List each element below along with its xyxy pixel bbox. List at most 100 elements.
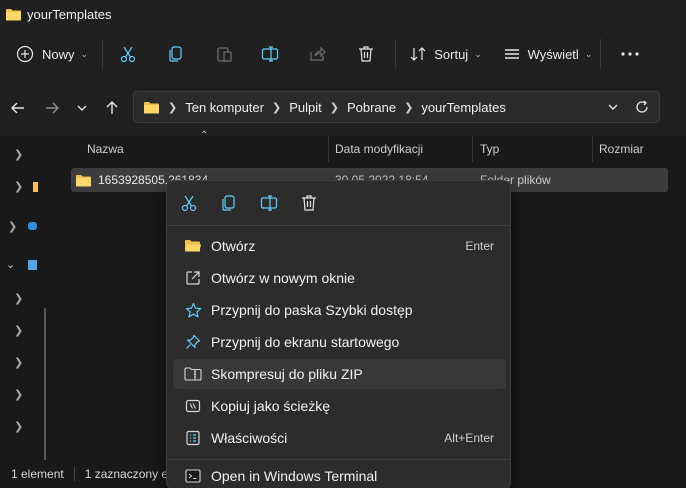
back-button[interactable] (4, 94, 32, 122)
expand-chevron-icon[interactable]: ❯ (8, 220, 17, 233)
refresh-button[interactable] (635, 100, 649, 117)
forward-button[interactable] (38, 94, 66, 122)
window-title: yourTemplates (27, 6, 112, 22)
expand-chevron-icon[interactable]: ❯ (14, 420, 23, 433)
command-bar: Nowy ⌄ Sortuj ⌄ Wyświetl ⌄ (0, 28, 686, 80)
context-delete-button[interactable] (289, 183, 329, 223)
column-header-type[interactable]: Typ (480, 136, 499, 162)
share-button[interactable] (303, 36, 333, 72)
menu-item-pin-quick-access[interactable]: Przypnij do paska Szybki dostęp (173, 295, 506, 325)
copy-path-icon (175, 398, 211, 414)
view-button[interactable]: Wyświetl ⌄ (502, 36, 594, 72)
context-copy-button[interactable] (209, 183, 249, 223)
breadcrumb-separator-icon: ❯ (271, 101, 282, 114)
expand-chevron-icon[interactable]: ❯ (14, 148, 23, 161)
paste-button[interactable] (209, 36, 239, 72)
arrow-left-icon (11, 102, 24, 114)
zip-folder-icon (175, 367, 211, 381)
sort-icon (410, 47, 426, 61)
copy-button[interactable] (161, 36, 191, 72)
address-row: ❯ Ten komputer ❯ Pulpit ❯ Pobrane ❯ your… (0, 80, 686, 136)
sort-button[interactable]: Sortuj ⌄ (408, 36, 484, 72)
chevron-down-icon: ⌄ (80, 48, 89, 59)
scissors-icon (181, 195, 197, 212)
address-bar[interactable]: ❯ Ten komputer ❯ Pulpit ❯ Pobrane ❯ your… (133, 91, 660, 123)
expand-chevron-icon[interactable]: ❯ (14, 388, 23, 401)
plus-circle-icon (16, 45, 34, 63)
column-divider[interactable] (592, 136, 593, 162)
rename-button[interactable] (255, 36, 285, 72)
chevron-down-icon: ⌄ (474, 48, 482, 59)
toolbar-divider (395, 39, 396, 69)
menu-item-label: Skompresuj do pliku ZIP (211, 366, 363, 382)
column-type-label: Typ (480, 142, 500, 156)
collapse-chevron-icon[interactable]: ⌄ (6, 258, 15, 271)
context-rename-button[interactable] (249, 183, 289, 223)
menu-item-label: Otwórz (211, 238, 256, 254)
sort-indicator-icon: ⌃ (200, 130, 209, 141)
menu-item-pin-start[interactable]: Przypnij do ekranu startowego (173, 327, 506, 357)
expand-chevron-icon[interactable]: ❯ (14, 324, 23, 337)
trash-icon (359, 46, 373, 62)
menu-item-label: Właściwości (211, 430, 288, 446)
breadcrumb-item[interactable]: Pobrane (347, 100, 396, 115)
breadcrumb-item[interactable]: Pulpit (289, 100, 322, 115)
column-name-label: Nazwa (87, 142, 124, 156)
menu-item-open-terminal[interactable]: Open in Windows Terminal (173, 465, 506, 487)
menu-item-compress-zip[interactable]: Skompresuj do pliku ZIP (173, 359, 506, 389)
properties-icon (175, 430, 211, 446)
menu-item-open-new-window[interactable]: Otwórz w nowym oknie (173, 263, 506, 293)
refresh-icon (636, 100, 648, 113)
copy-icon (169, 46, 182, 62)
up-button[interactable] (98, 94, 126, 122)
expand-chevron-icon[interactable]: ❯ (14, 180, 23, 193)
view-icon (504, 49, 519, 59)
toolbar-divider (102, 39, 103, 69)
menu-item-open[interactable]: Otwórz Enter (173, 231, 506, 261)
recent-locations-button[interactable] (68, 94, 96, 122)
trash-icon (302, 195, 316, 211)
folder-open-icon (175, 239, 211, 253)
more-options-button[interactable] (615, 36, 645, 72)
menu-item-label: Przypnij do ekranu startowego (211, 334, 400, 350)
menu-item-label: Kopiuj jako ścieżkę (211, 398, 331, 414)
delete-button[interactable] (351, 36, 381, 72)
expand-chevron-icon[interactable]: ❯ (14, 356, 23, 369)
new-button[interactable]: Nowy ⌄ (14, 36, 90, 72)
cut-button[interactable] (113, 36, 143, 72)
breadcrumb-item[interactable]: yourTemplates (421, 100, 506, 115)
onedrive-icon (28, 222, 37, 230)
menu-item-shortcut: Enter (465, 239, 494, 253)
menu-item-shortcut: Alt+Enter (444, 431, 494, 445)
title-bar: yourTemplates (0, 0, 686, 28)
chevron-down-icon: ⌄ (584, 48, 593, 59)
computer-icon (28, 260, 37, 270)
column-header-size[interactable]: Rozmiar (599, 136, 644, 162)
terminal-icon (175, 469, 211, 483)
menu-item-properties[interactable]: Właściwości Alt+Enter (173, 423, 506, 453)
folder-icon (144, 101, 159, 113)
context-cut-button[interactable] (169, 183, 209, 223)
column-divider[interactable] (472, 136, 473, 162)
column-size-label: Rozmiar (599, 142, 644, 156)
copy-icon (222, 195, 235, 211)
context-quick-actions (167, 181, 510, 225)
menu-divider (167, 459, 510, 460)
context-menu: Otwórz Enter Otwórz w nowym oknie Przypn… (166, 180, 511, 488)
column-header-name[interactable]: Nazwa (87, 136, 124, 162)
more-icon (621, 52, 639, 56)
item-count: 1 element (11, 467, 64, 481)
expand-chevron-icon[interactable]: ❯ (14, 292, 23, 305)
breadcrumb-item[interactable]: Ten komputer (185, 100, 264, 115)
navigation-pane: ❯ ❯ ❯ ⌄ ❯ ❯ ❯ ❯ ❯ (0, 136, 48, 488)
column-divider[interactable] (328, 136, 329, 162)
menu-item-label: Otwórz w nowym oknie (211, 270, 355, 286)
pin-icon (175, 334, 211, 350)
address-history-button[interactable] (607, 101, 619, 116)
share-icon (310, 46, 326, 61)
menu-item-copy-path[interactable]: Kopiuj jako ścieżkę (173, 391, 506, 421)
new-label: Nowy (41, 46, 75, 62)
column-header-date[interactable]: Data modyfikacji (335, 136, 423, 162)
breadcrumb-separator-icon: ❯ (168, 101, 178, 114)
scissors-icon (120, 46, 136, 63)
